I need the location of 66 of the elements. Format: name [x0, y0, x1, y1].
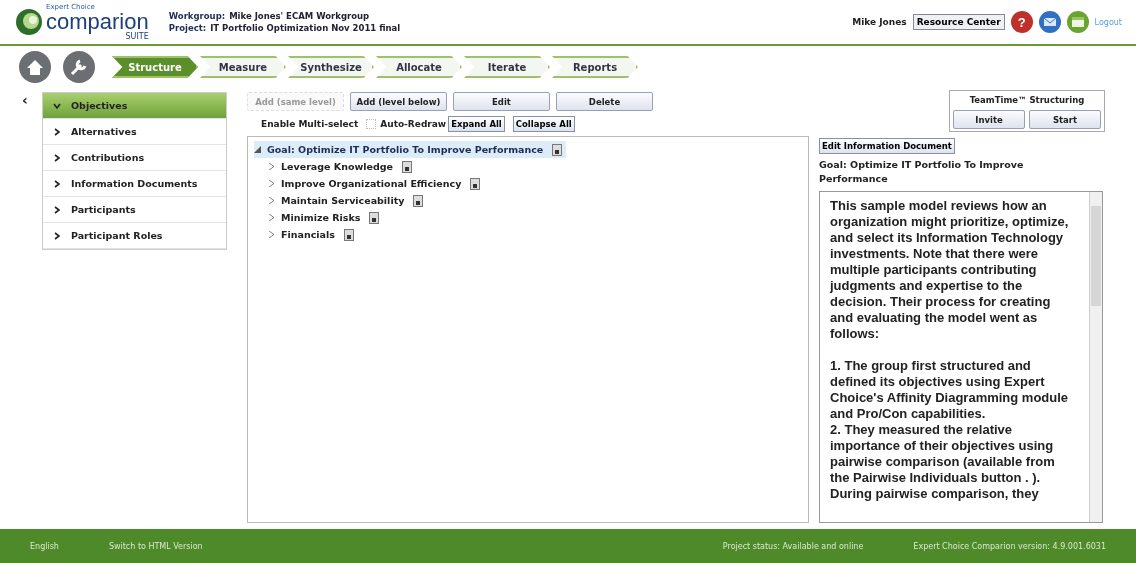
option-label: Enable Multi-select: [261, 119, 359, 129]
document-icon[interactable]: [470, 177, 481, 190]
help-button[interactable]: ?: [1010, 11, 1033, 33]
tree-button[interactable]: Collapse All: [512, 116, 575, 132]
sidebar-item[interactable]: Participant Roles: [43, 223, 226, 249]
workgroup-label: Workgroup:: [168, 11, 226, 21]
sidebar-item[interactable]: Objectives: [43, 93, 226, 119]
tree-node[interactable]: Minimize Risks: [268, 209, 384, 226]
language-label: English: [30, 541, 59, 551]
tree-node[interactable]: Improve Organizational Efficiency: [268, 175, 485, 192]
chevron-icon: [53, 231, 61, 240]
project-status: Project status: Available and online: [722, 541, 864, 551]
version-label: Expert Choice Comparion version: 4.9.001.6031: [913, 541, 1106, 551]
chevron-icon: [53, 127, 61, 136]
tree-node[interactable]: Goal: Optimize IT Portfolio To Improve Performance: [254, 141, 567, 158]
expand-arrow-icon[interactable]: [254, 146, 261, 153]
tree-node[interactable]: Financials: [268, 226, 358, 243]
edit-document-button[interactable]: Edit Information Document: [819, 138, 955, 154]
document-paragraph: This sample model reviews how an organization might prioritize, optimize, and select its Information Technology investments. Note that there were multiple participants contributing judgments and expertise to the decision. Their process for creating and evaluating the model went as follows:: [830, 198, 1070, 342]
collapse-arrow[interactable]: ‹: [10, 92, 42, 523]
workflow-step[interactable]: Structure: [112, 56, 198, 78]
window-icon[interactable]: [1066, 11, 1089, 33]
document-title: Goal: Optimize IT Portfolio To Improve Performance: [819, 158, 1025, 186]
chevron-icon: [53, 205, 61, 214]
document-icon[interactable]: [343, 228, 354, 241]
tree-node[interactable]: Leverage Knowledge: [268, 158, 416, 175]
toolbar-button[interactable]: Add (level below): [350, 92, 447, 111]
project-name: IT Portfolio Optimization Nov 2011 final: [210, 23, 401, 33]
workflow-step[interactable]: Iterate: [464, 56, 550, 78]
document-icon[interactable]: [369, 211, 380, 224]
sidebar-item[interactable]: Information Documents: [43, 171, 226, 197]
brand-subtitle: SUITE: [125, 32, 149, 41]
project-label: Project:: [168, 23, 207, 33]
sidebar-item[interactable]: Alternatives: [43, 119, 226, 145]
auto-redraw-checkbox[interactable]: Auto-Redraw: [366, 119, 447, 129]
teamtime-title: TeamTime™ Structuring: [969, 95, 1085, 105]
chevron-icon: [53, 101, 61, 110]
workflow-step[interactable]: Measure: [200, 56, 286, 78]
workflow-step[interactable]: Reports: [552, 56, 638, 78]
tree-node[interactable]: Maintain Serviceability: [268, 192, 428, 209]
wrench-icon[interactable]: [62, 50, 96, 84]
sidebar-item[interactable]: Participants: [43, 197, 226, 223]
workflow-step[interactable]: Allocate: [376, 56, 462, 78]
document-icon[interactable]: [413, 194, 424, 207]
document-icon[interactable]: [552, 143, 563, 156]
scrollbar[interactable]: [1089, 192, 1102, 522]
teamtime-button[interactable]: Invite: [953, 110, 1025, 129]
toolbar-button[interactable]: Delete: [556, 92, 653, 111]
workflow-step[interactable]: Synthesize: [288, 56, 374, 78]
resource-center-button[interactable]: Resource Center: [912, 14, 1005, 30]
tree-button[interactable]: Expand All: [448, 116, 505, 132]
workgroup-name: Mike Jones' ECAM Workgroup: [229, 11, 370, 21]
sidebar-item[interactable]: Contributions: [43, 145, 226, 171]
mail-icon[interactable]: [1038, 11, 1061, 33]
brand-name: comparion: [46, 10, 149, 33]
document-paragraph: 1. The group first structured and defined its objectives using Expert Choice's Affinity Diagramming module and Pro/Con capabilities.: [830, 358, 1070, 422]
chevron-icon: [53, 153, 61, 162]
document-paragraph: 2. They measured the relative importance of their objectives using pairwise comparison (available from the Pairwise Individuals button . ). During pairwise comparison, they: [830, 422, 1056, 502]
switch-version-link[interactable]: Switch to HTML Version: [108, 541, 203, 551]
user-name: Mike Jones: [852, 17, 907, 27]
logo-icon: [14, 7, 44, 37]
toolbar-button[interactable]: Edit: [453, 92, 550, 111]
home-icon[interactable]: [18, 50, 52, 84]
teamtime-button[interactable]: Start: [1029, 110, 1101, 129]
chevron-icon: [53, 179, 61, 188]
document-icon[interactable]: [401, 160, 412, 173]
